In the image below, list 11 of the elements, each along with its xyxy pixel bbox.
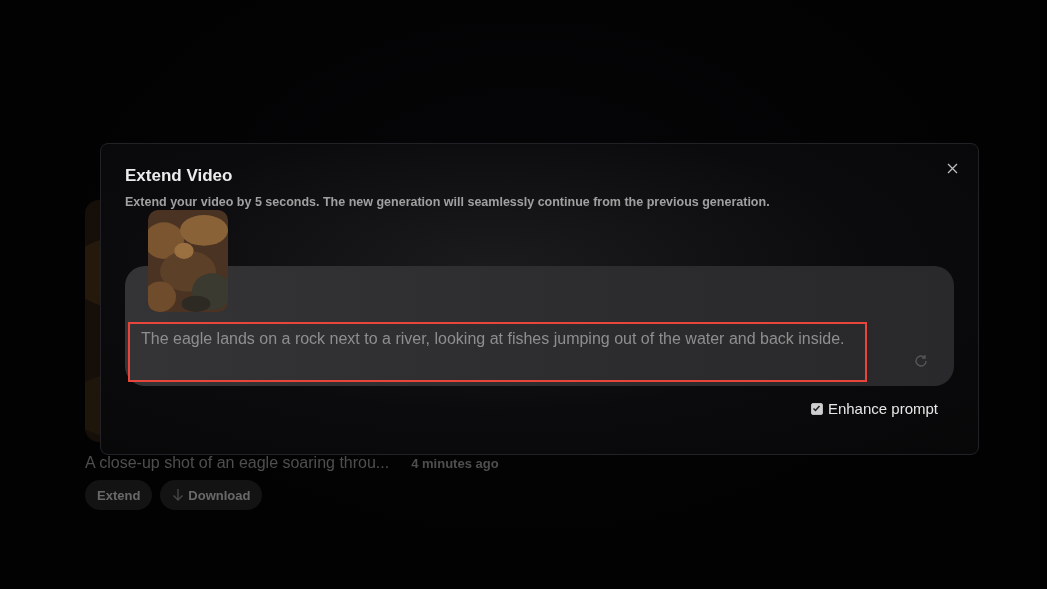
- close-icon: [946, 162, 958, 174]
- dialog-title: Extend Video: [125, 166, 234, 186]
- extend-button[interactable]: Extend: [85, 480, 153, 510]
- download-button[interactable]: Download: [160, 480, 263, 510]
- video-time: 4 minutes ago: [411, 456, 499, 471]
- download-icon: [172, 488, 185, 502]
- dialog-subtitle: Extend your video by 5 seconds. The new generation will seamlessly continue from the previous generation.: [125, 195, 771, 209]
- checkbox-label: Enhance prompt: [827, 400, 938, 417]
- video-caption: A close-up shot of an eagle soaring throu...: [85, 454, 390, 472]
- enhance-checkbox[interactable]: [810, 402, 823, 415]
- prompt-input[interactable]: The eagle lands on a rock next to a river, looking at fishes jumping out of the water and back inside.: [141, 328, 855, 350]
